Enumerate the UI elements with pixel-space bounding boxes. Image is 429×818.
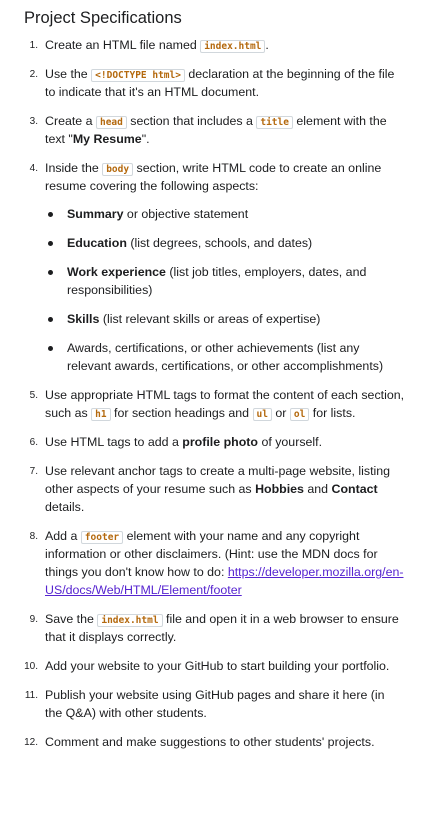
code-snippet: ol [289, 408, 310, 421]
step-number: 5. [29, 390, 38, 401]
step-number: 6. [29, 437, 38, 448]
aspect-item: Education (list degrees, schools, and da… [45, 234, 405, 252]
aspects-list: Summary or objective statement Education… [45, 205, 405, 375]
code-snippet: h1 [91, 408, 111, 421]
bullet-icon [48, 346, 53, 351]
list-item: 9. Save the index.html file and open it … [24, 610, 405, 646]
list-item: 7. Use relevant anchor tags to create a … [24, 462, 405, 516]
list-item: 3. Create a head section that includes a… [24, 112, 405, 148]
steps-list: 1. Create an HTML file named index.html.… [24, 36, 405, 751]
page-title: Project Specifications [24, 9, 182, 27]
step-number: 9. [29, 614, 38, 625]
list-item: 2. Use the <!DOCTYPE html> declaration a… [24, 65, 405, 101]
code-snippet: index.html [97, 614, 163, 627]
list-item: 12. Comment and make suggestions to othe… [24, 733, 405, 751]
code-snippet: <!DOCTYPE html> [91, 69, 185, 82]
list-item: 4. Inside the body section, write HTML c… [24, 159, 405, 375]
step-number: 2. [29, 69, 38, 80]
code-snippet: footer [80, 531, 124, 544]
project-specifications: Project Specifications 1. Create an HTML… [0, 0, 429, 751]
step-number: 3. [29, 116, 38, 127]
step-number: 1. [29, 40, 38, 51]
step-number: 8. [29, 531, 38, 542]
list-item: 5. Use appropriate HTML tags to format t… [24, 386, 405, 422]
code-snippet: body [102, 163, 134, 176]
list-item: 10. Add your website to your GitHub to s… [24, 657, 405, 675]
step-number: 11. [24, 690, 38, 701]
step-number: 12. [24, 737, 38, 748]
bullet-icon [48, 241, 53, 246]
step-number: 4. [29, 163, 38, 174]
list-item: 11. Publish your website using GitHub pa… [24, 688, 385, 720]
bullet-icon [48, 270, 53, 275]
aspect-item: Skills (list relevant skills or areas of… [45, 310, 405, 328]
aspect-item: Awards, certifications, or other achieve… [45, 339, 405, 375]
bullet-icon [48, 317, 53, 322]
step-number: 7. [29, 466, 38, 477]
step-number: 10. [24, 661, 38, 672]
bullet-icon [48, 212, 53, 217]
code-snippet: head [95, 116, 127, 129]
list-item: 8. Add a footer element with your name a… [24, 527, 405, 599]
code-snippet: index.html [200, 40, 266, 53]
code-snippet: title [256, 116, 293, 129]
aspect-item: Work experience (list job titles, employ… [45, 263, 405, 299]
aspect-item: Summary or objective statement [45, 205, 405, 223]
code-snippet: ul [252, 408, 272, 421]
list-item: 1. Create an HTML file named index.html. [24, 36, 405, 54]
list-item: 6. Use HTML tags to add a profile photo … [24, 433, 405, 451]
